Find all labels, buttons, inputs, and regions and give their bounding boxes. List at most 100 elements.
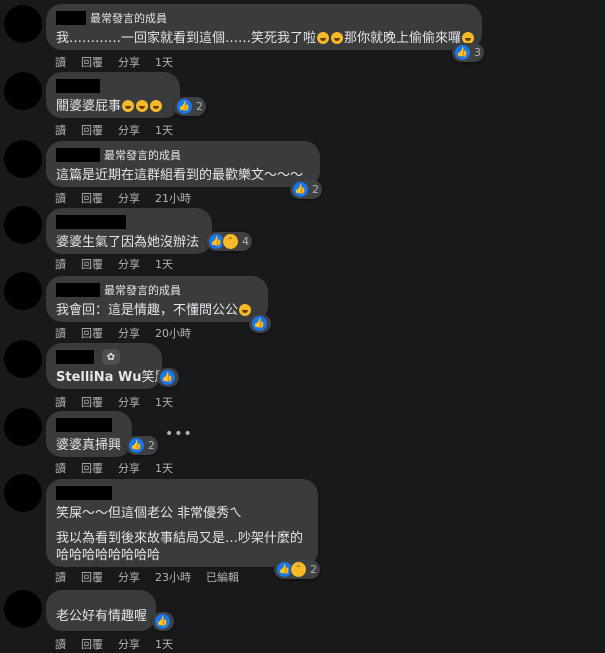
author-name-redacted[interactable] bbox=[56, 215, 126, 229]
share-button[interactable]: 分享 bbox=[118, 54, 140, 70]
author-name-redacted[interactable] bbox=[56, 79, 100, 93]
comment-actions: 讀回覆 分享 1天 bbox=[55, 54, 188, 70]
avatar[interactable] bbox=[4, 340, 42, 378]
share-button[interactable]: 分享 bbox=[118, 636, 140, 652]
timestamp[interactable]: 1天 bbox=[155, 54, 173, 70]
read-button[interactable]: 讀 bbox=[55, 636, 66, 652]
avatar[interactable] bbox=[4, 206, 42, 244]
comment-bubble: 笑屎～～但這個老公 非常優秀ㄟ 我以為看到後來故事結局又是…吵架什麼的哈哈哈哈哈… bbox=[46, 479, 318, 567]
reaction-summary[interactable]: 👍 3 bbox=[452, 43, 484, 62]
author-name-redacted[interactable] bbox=[56, 350, 94, 364]
author-name-redacted[interactable] bbox=[56, 486, 112, 500]
reaction-count: 2 bbox=[148, 439, 155, 452]
comment-actions: 讀回覆 分享 1天 bbox=[55, 636, 188, 652]
timestamp[interactable]: 1天 bbox=[155, 256, 173, 272]
reaction-summary[interactable]: 👍 bbox=[249, 314, 271, 333]
more-horizontal-icon[interactable]: ••• bbox=[165, 426, 193, 442]
share-button[interactable]: 分享 bbox=[118, 190, 140, 206]
haha-icon bbox=[239, 304, 252, 316]
share-button[interactable]: 分享 bbox=[118, 256, 140, 272]
reaction-summary[interactable]: 👍 2 bbox=[174, 97, 206, 116]
comment-bubble: ✿ StelliNa Wu笑屎 bbox=[46, 343, 168, 389]
reply-button[interactable]: 回覆 bbox=[81, 460, 103, 476]
avatar[interactable] bbox=[4, 72, 42, 110]
reaction-count: 3 bbox=[474, 46, 481, 59]
reply-button[interactable]: 回覆 bbox=[81, 54, 103, 70]
top-member-badge: 最常發言的成員 bbox=[104, 284, 181, 297]
timestamp[interactable]: 23小時 bbox=[155, 569, 191, 585]
avatar[interactable] bbox=[4, 272, 42, 310]
haha-icon bbox=[150, 100, 163, 112]
reply-button[interactable]: 回覆 bbox=[81, 394, 103, 410]
comment-actions: 讀回覆 分享 20小時 bbox=[55, 325, 206, 341]
read-button[interactable]: 讀 bbox=[55, 54, 66, 70]
comment-bubble: 婆婆生氣了因為她沒辦法 bbox=[46, 208, 212, 254]
reaction-summary[interactable]: 👍 bbox=[152, 612, 174, 631]
read-button[interactable]: 讀 bbox=[55, 122, 66, 138]
author-name-redacted[interactable] bbox=[56, 283, 100, 297]
reaction-summary[interactable]: 👍 2 bbox=[290, 180, 322, 199]
edited-label[interactable]: 已編輯 bbox=[206, 569, 239, 585]
read-button[interactable]: 讀 bbox=[55, 256, 66, 272]
read-button[interactable]: 讀 bbox=[55, 569, 66, 585]
rising-member-icon: ✿ bbox=[102, 349, 120, 365]
timestamp[interactable]: 21小時 bbox=[155, 190, 191, 206]
read-button[interactable]: 讀 bbox=[55, 190, 66, 206]
comment-text-continued: 那你就晚上偷偷來囉 bbox=[344, 31, 462, 46]
like-icon: 👍 bbox=[251, 315, 268, 332]
top-member-badge: 最常發言的成員 bbox=[104, 149, 181, 162]
reaction-summary[interactable]: 👍 bbox=[157, 368, 179, 387]
author-name-redacted[interactable] bbox=[56, 148, 100, 162]
comment-bubble: 關婆婆屁事 bbox=[46, 72, 180, 118]
like-icon: 👍 bbox=[454, 44, 471, 61]
read-button[interactable]: 讀 bbox=[55, 325, 66, 341]
timestamp[interactable]: 1天 bbox=[155, 460, 173, 476]
comment-text: 婆婆生氣了因為她沒辦法 bbox=[56, 235, 200, 250]
like-icon: 👍 bbox=[176, 98, 193, 115]
read-button[interactable]: 讀 bbox=[55, 460, 66, 476]
read-button[interactable]: 讀 bbox=[55, 394, 66, 410]
reply-button[interactable]: 回覆 bbox=[81, 122, 103, 138]
share-button[interactable]: 分享 bbox=[118, 569, 140, 585]
comment-actions: 讀回覆 分享 1天 bbox=[55, 256, 188, 272]
author-name-redacted[interactable] bbox=[56, 418, 112, 432]
avatar[interactable] bbox=[4, 474, 42, 512]
comment-text: 笑屎～～但這個老公 非常優秀ㄟ bbox=[56, 506, 243, 521]
timestamp[interactable]: 1天 bbox=[155, 394, 173, 410]
like-icon: 👍 bbox=[154, 613, 171, 630]
comment-bubble: 老公好有情趣喔 bbox=[46, 590, 156, 631]
reaction-summary[interactable]: 👍 ᵔ 2 bbox=[274, 560, 320, 579]
comment-text: 我…………一回家就看到這個……笑死我了啦 bbox=[56, 31, 317, 46]
reaction-count: 2 bbox=[312, 183, 319, 196]
share-button[interactable]: 分享 bbox=[118, 122, 140, 138]
comment-text-continued: 我以為看到後來故事結局又是…吵架什麼的哈哈哈哈哈哈哈哈 bbox=[56, 531, 304, 563]
haha-icon bbox=[122, 100, 135, 112]
mentioned-user[interactable]: StelliNa Wu bbox=[56, 370, 142, 385]
timestamp[interactable]: 1天 bbox=[155, 636, 173, 652]
squint-laugh-icon: ᵔ bbox=[290, 561, 307, 578]
share-button[interactable]: 分享 bbox=[118, 394, 140, 410]
comment-bubble: 最常發言的成員 我…………一回家就看到這個……笑死我了啦 那你就晚上偷偷來囉 bbox=[46, 4, 482, 50]
avatar[interactable] bbox=[4, 408, 42, 446]
comment-actions: 讀回覆 分享 21小時 bbox=[55, 190, 206, 206]
author-name-redacted[interactable] bbox=[56, 11, 86, 25]
timestamp[interactable]: 1天 bbox=[155, 122, 173, 138]
reply-button[interactable]: 回覆 bbox=[81, 325, 103, 341]
reaction-summary[interactable]: 👍 2 bbox=[126, 436, 158, 455]
reply-button[interactable]: 回覆 bbox=[81, 569, 103, 585]
share-button[interactable]: 分享 bbox=[118, 460, 140, 476]
reply-button[interactable]: 回覆 bbox=[81, 256, 103, 272]
avatar[interactable] bbox=[4, 5, 42, 43]
reaction-count: 2 bbox=[310, 563, 317, 576]
avatar[interactable] bbox=[4, 140, 42, 178]
reaction-count: 2 bbox=[196, 100, 203, 113]
reply-button[interactable]: 回覆 bbox=[81, 190, 103, 206]
share-button[interactable]: 分享 bbox=[118, 325, 140, 341]
avatar[interactable] bbox=[4, 590, 42, 628]
comment-bubble: 婆婆真掃興 bbox=[46, 411, 132, 457]
comment-text: 關婆婆屁事 bbox=[56, 99, 122, 114]
timestamp[interactable]: 20小時 bbox=[155, 325, 191, 341]
reaction-summary[interactable]: 👍 ᵔ 4 bbox=[206, 232, 252, 251]
reply-button[interactable]: 回覆 bbox=[81, 636, 103, 652]
squint-laugh-icon: ᵔ bbox=[222, 233, 239, 250]
